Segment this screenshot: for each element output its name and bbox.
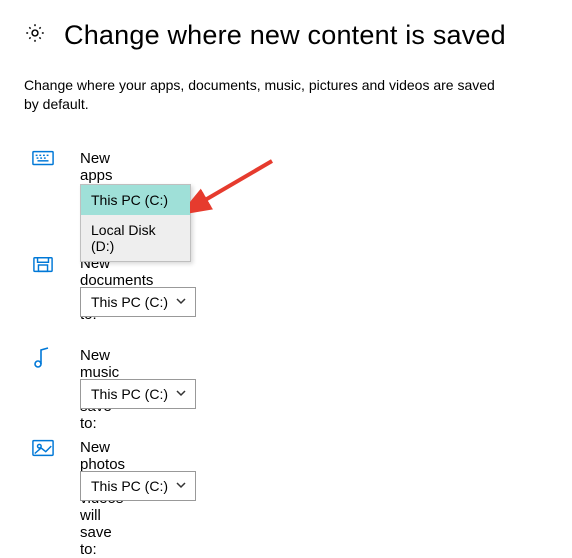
apps-dropdown-open[interactable]: This PC (C:) Local Disk (D:): [80, 184, 191, 262]
picture-icon: [32, 439, 54, 461]
document-save-icon: [32, 255, 54, 277]
photos-selected: This PC (C:): [91, 478, 168, 494]
documents-selected: This PC (C:): [91, 294, 168, 310]
chevron-down-icon: [175, 294, 187, 310]
page-header: Change where new content is saved: [24, 20, 506, 51]
page-description: Change where your apps, documents, music…: [24, 76, 504, 114]
music-combobox[interactable]: This PC (C:): [80, 379, 196, 409]
chevron-down-icon: [175, 478, 187, 494]
music-note-icon: [32, 347, 54, 369]
music-selected: This PC (C:): [91, 386, 168, 402]
documents-combobox[interactable]: This PC (C:): [80, 287, 196, 317]
apps-option-selected[interactable]: This PC (C:): [81, 185, 190, 215]
apps-option-other[interactable]: Local Disk (D:): [81, 215, 190, 261]
gear-icon: [24, 22, 46, 49]
chevron-down-icon: [175, 386, 187, 402]
annotation-arrow: [190, 155, 280, 215]
photos-combobox[interactable]: This PC (C:): [80, 471, 196, 501]
keyboard-icon: [32, 150, 54, 172]
page-title: Change where new content is saved: [64, 20, 506, 51]
